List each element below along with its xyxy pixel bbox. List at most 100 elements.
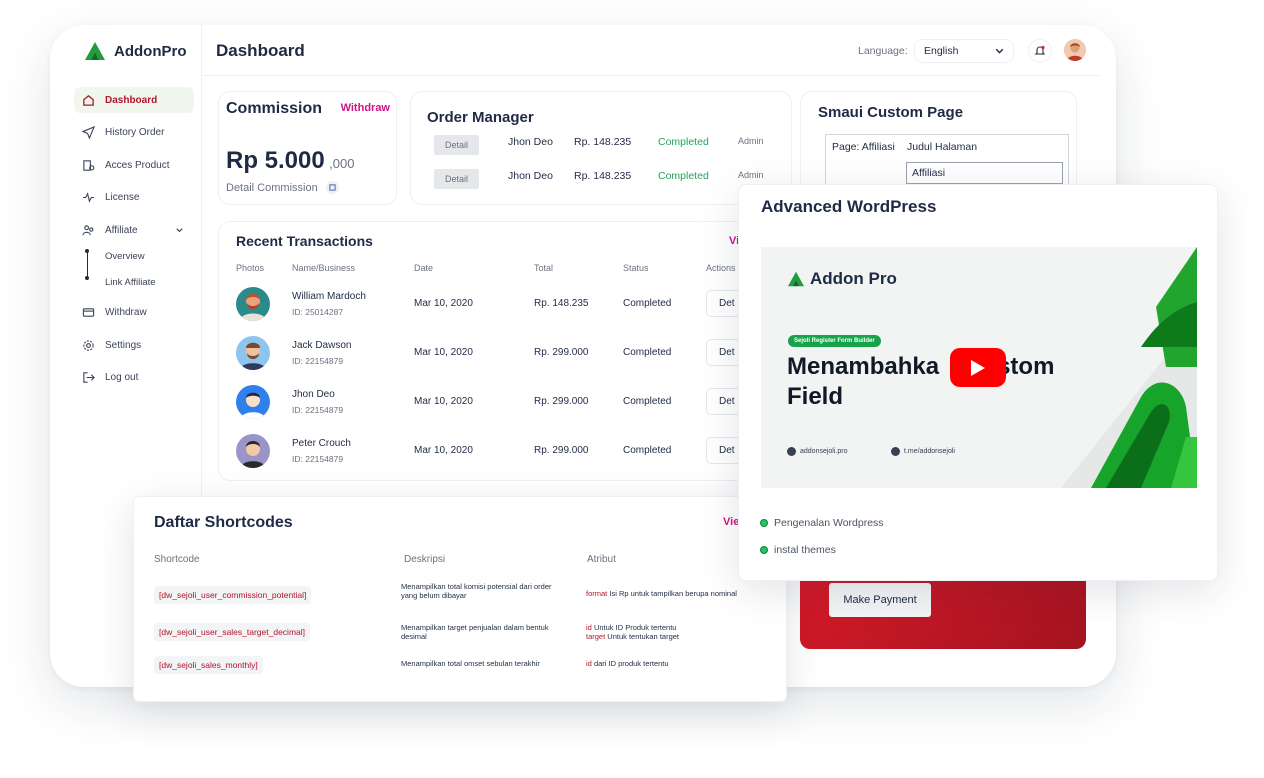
table-row: Jack Dawson ID: 22154879 Mar 10, 2020 Rp.… (236, 328, 766, 377)
date-cell: Mar 10, 2020 (414, 347, 473, 358)
lesson-label: instal themes (774, 544, 836, 556)
shortcodes-card: Daftar Shortcodes Vie Shortcode Deskrips… (133, 496, 787, 702)
user-photo (236, 384, 270, 419)
order-amount: Rp. 148.235 (574, 136, 632, 148)
commission-amount: Rp 5.000 ,000 (226, 147, 354, 175)
logo-icon (85, 42, 105, 60)
shortcode-tag[interactable]: [dw_sejoli_user_commission_potential] (154, 586, 312, 604)
column-header: Atribut (587, 554, 616, 565)
commission-amount-main: Rp 5.000 (226, 147, 325, 174)
logout-icon (83, 372, 95, 383)
shortcode-tag[interactable]: [dw_sejoli_sales_monthly] (154, 656, 263, 674)
column-header: Name/Business (292, 263, 356, 273)
transactions-card: Recent Transactions Vi Photos Name/Busin… (218, 221, 748, 481)
sidebar-item-affiliate[interactable]: Affiliate (74, 217, 194, 243)
date-cell: Mar 10, 2020 (414, 445, 473, 456)
table-header-row: Photos Name/Business Date Total Status A… (236, 257, 766, 279)
make-payment-button[interactable]: Make Payment (829, 583, 931, 617)
video-site: addonsejoli.pro (787, 447, 847, 456)
sidebar-item-history-order[interactable]: History Order (74, 120, 194, 146)
order-name: Jhon Deo (508, 170, 553, 182)
logo-icon (788, 271, 804, 287)
wordpress-title: Advanced WordPress (761, 197, 937, 216)
shortcode-attribute: format Isi Rp untuk tampilkan berupa nom… (586, 589, 786, 598)
withdraw-link[interactable]: Withdraw (341, 102, 390, 114)
topbar: Dashboard Language: English (202, 25, 1100, 76)
commission-detail[interactable]: Detail Commission (226, 181, 339, 194)
sidebar-item-label: Dashboard (105, 94, 158, 106)
user-avatar[interactable] (1064, 39, 1086, 61)
status-cell: Completed (623, 445, 672, 456)
play-icon (971, 359, 985, 376)
status-cell: Completed (623, 347, 672, 358)
customer-name: Jack Dawson (292, 339, 352, 351)
page-title-input[interactable]: Affiliasi (906, 162, 1063, 184)
video-thumbnail[interactable]: Addon Pro Sejoli Register Form Builder M… (761, 247, 1197, 488)
date-cell: Mar 10, 2020 (414, 298, 473, 309)
customer-id: ID: 22154879 (292, 355, 344, 366)
bullet-icon (760, 546, 768, 554)
sidebar-item-settings[interactable]: Settings (74, 332, 194, 358)
name-cell: Peter Crouch ID: 22154879 (292, 426, 414, 475)
avatar-jack (236, 335, 270, 370)
page-title: Dashboard (216, 41, 305, 60)
transactions-title: Recent Transactions (236, 233, 373, 249)
order-row: Detail Jhon Deo Rp. 148.235 Completed Ad… (434, 135, 784, 155)
list-item[interactable]: instal themes (760, 543, 884, 557)
attribute-keyword: target (586, 632, 606, 642)
detail-button[interactable]: Detail (434, 169, 480, 189)
sidebar-subitem-link-affiliate[interactable]: Link Affiliate (105, 270, 194, 296)
commission-amount-decimals: ,000 (329, 156, 355, 171)
attribute-text: Untuk ID Produk tertentu (593, 623, 677, 632)
youtube-play-button[interactable] (950, 348, 1006, 387)
lesson-label: Pengenalan Wordpress (774, 517, 884, 529)
order-amount: Rp. 148.235 (574, 170, 632, 182)
chevron-down-icon[interactable] (175, 226, 184, 235)
order-row: Detail Jhon Deo Rp. 148.235 Completed Ad… (434, 169, 784, 189)
notification-button[interactable] (1028, 39, 1052, 63)
sidebar-item-logout[interactable]: Log out (74, 365, 194, 391)
sidebar-subitem-overview[interactable]: Overview (105, 244, 194, 270)
user-photo (236, 286, 270, 321)
avatar-william (236, 286, 270, 321)
sidebar-item-label: Withdraw (105, 307, 147, 318)
video-headline-part: Menambahka (787, 353, 940, 380)
sidebar-item-dashboard[interactable]: Dashboard (74, 87, 194, 113)
telegram-icon (891, 447, 900, 456)
language-select[interactable]: English (914, 39, 1014, 63)
video-brand: Addon Pro (787, 269, 897, 289)
lesson-list: Pengenalan Wordpress instal themes (760, 516, 884, 557)
status-cell: Completed (623, 298, 672, 309)
shortcodes-title: Daftar Shortcodes (154, 514, 293, 531)
customer-name: Jhon Deo (292, 388, 335, 400)
transactions-table: Photos Name/Business Date Total Status A… (236, 257, 766, 475)
shortcodes-view-all-link[interactable]: Vie (723, 516, 739, 528)
pulse-icon (82, 192, 95, 203)
app-logo[interactable]: AddonPro (84, 41, 187, 61)
users-icon (82, 224, 94, 235)
customer-name: Peter Crouch (292, 437, 351, 449)
affiliate-submenu: Overview Link Affiliate (85, 244, 194, 296)
shortcode-tag[interactable]: [dw_sejoli_user_sales_target_decimal] (154, 623, 310, 641)
avatar-peter (236, 433, 270, 468)
customer-name: William Mardoch (292, 290, 366, 302)
attribute-text: Isi Rp untuk tampilkan berupa nominal (609, 589, 737, 598)
video-headline: Menambahka stom Field (787, 352, 1054, 412)
order-manager-card: Order Manager Detail Jhon Deo Rp. 148.23… (410, 91, 792, 205)
detail-button[interactable]: Detail (434, 135, 480, 155)
order-name: Jhon Deo (508, 136, 553, 148)
video-site-text: addonsejoli.pro (800, 448, 848, 455)
home-icon (83, 94, 94, 106)
sidebar-nav: Dashboard History Order Acces Product Li… (74, 87, 194, 397)
total-cell: Rp. 299.000 (534, 396, 589, 407)
name-cell: Jhon Deo ID: 22154879 (292, 377, 414, 426)
list-item[interactable]: Pengenalan Wordpress (760, 516, 884, 530)
attribute-text: dari ID produk tertentu (593, 659, 669, 668)
sidebar-item-license[interactable]: License (74, 185, 194, 211)
sidebar-item-withdraw[interactable]: Withdraw (74, 300, 194, 326)
column-header: Date (414, 263, 434, 273)
link-icon (325, 181, 339, 194)
shortcode-description: Menampilkan target penjualan dalam bentu… (401, 623, 549, 642)
attribute-keyword: id (586, 623, 592, 632)
sidebar-item-acces-product[interactable]: Acces Product (74, 152, 194, 178)
